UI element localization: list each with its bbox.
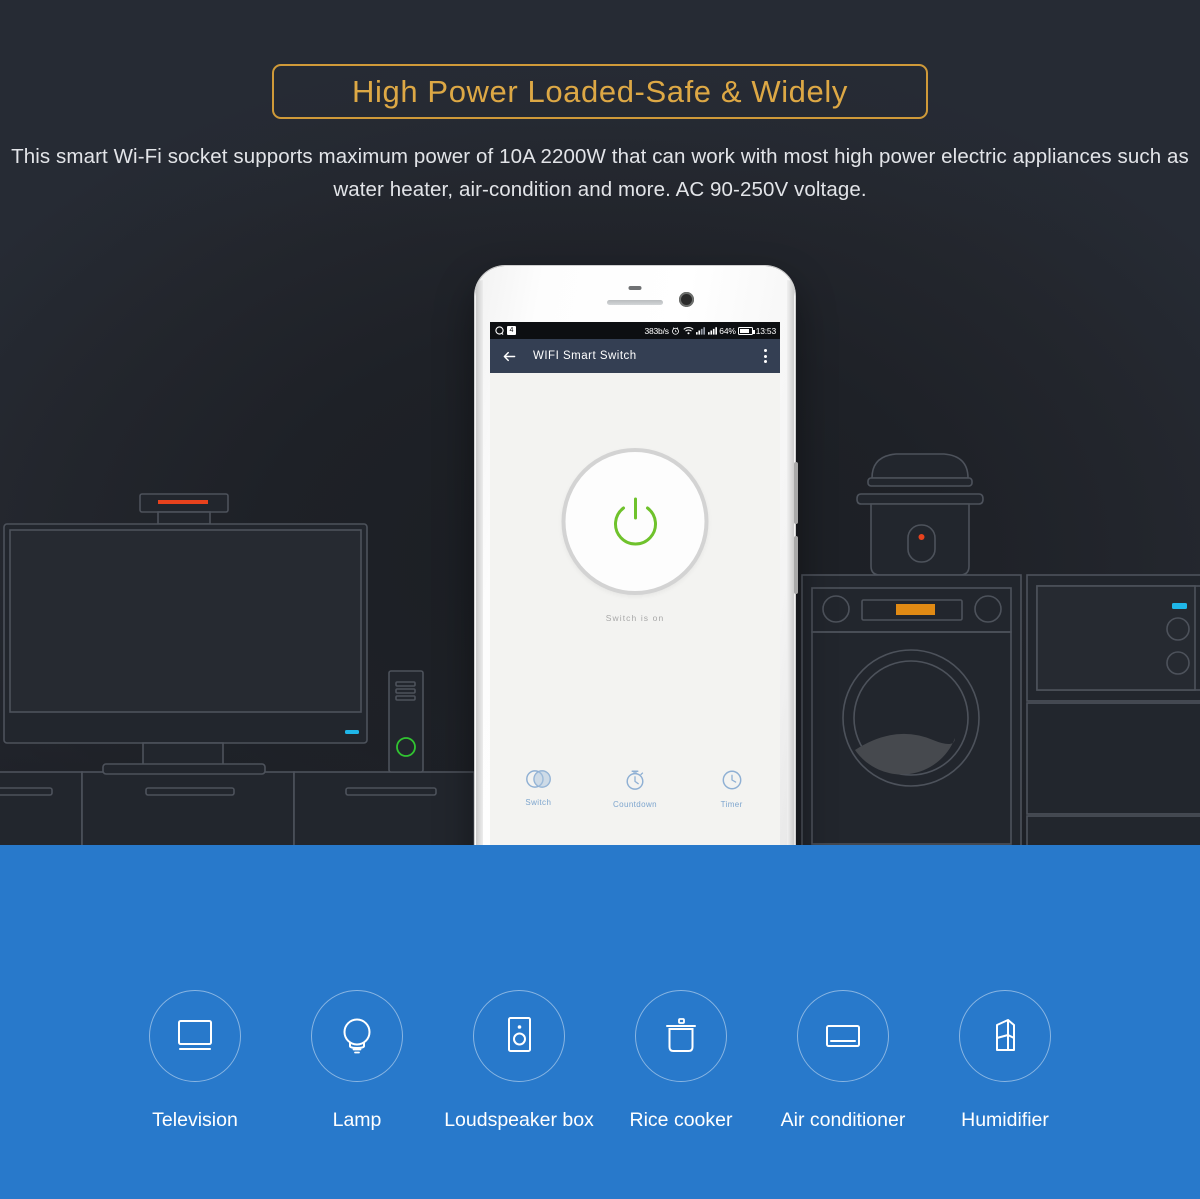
appliance-label: Television — [152, 1109, 238, 1131]
television-icon — [178, 1020, 212, 1050]
kitchen-cabinet — [1026, 702, 1200, 845]
app-content: Switch is on Switch Countdown Timer — [490, 373, 780, 845]
appliance-label: Air conditioner — [780, 1109, 906, 1131]
phone-left-edge — [476, 280, 483, 845]
tv-monitor — [3, 493, 368, 775]
phone-mockup: 4 383b/s 64% 13:53 WIFI Smart Switch Swi… — [475, 266, 798, 845]
appliance-item-rice-cooker[interactable]: Rice cooker — [600, 990, 762, 1132]
appliance-circle — [311, 990, 403, 1082]
battery-percent-label: 64% — [719, 325, 736, 336]
arrow-left-icon[interactable] — [501, 348, 518, 365]
app-header-bar: WIFI Smart Switch — [490, 339, 780, 373]
appliance-label: Loudspeaker box — [444, 1109, 594, 1131]
hero-description-block: This smart Wi-Fi socket supports maximum… — [0, 140, 1200, 206]
appliance-circle — [959, 990, 1051, 1082]
app-title: WIFI Smart Switch — [533, 350, 637, 362]
qq-icon — [495, 326, 504, 335]
tab-countdown-label: Countdown — [612, 800, 658, 809]
volume-button[interactable] — [794, 462, 798, 524]
appliance-circle — [797, 990, 889, 1082]
status-clock: 13:53 — [755, 325, 776, 336]
appliance-item-lamp[interactable]: Lamp — [276, 990, 438, 1132]
appliance-item-humidifier[interactable]: Humidifier — [924, 990, 1086, 1132]
android-status-bar: 4 383b/s 64% 13:53 — [490, 322, 780, 339]
tab-timer[interactable]: Timer — [691, 769, 773, 809]
toggle-circles-icon — [525, 770, 551, 788]
badge-icon: 4 — [507, 326, 516, 335]
appliance-label: Lamp — [332, 1109, 382, 1131]
appliance-circle — [473, 990, 565, 1082]
appliance-item-air-conditioner[interactable]: Air conditioner — [762, 990, 924, 1132]
tab-countdown[interactable]: Countdown — [594, 769, 676, 809]
loudspeaker-icon — [508, 1017, 531, 1052]
power-button-hardware[interactable] — [794, 536, 798, 594]
pc-tower — [388, 670, 424, 773]
power-toggle-button[interactable] — [561, 448, 709, 595]
appliance-label: Rice cooker — [629, 1109, 733, 1131]
wifi-icon — [683, 326, 694, 335]
hero-dark-section: High Power Loaded-Safe & Widely This sma… — [0, 0, 1200, 845]
tab-switch[interactable]: Switch — [497, 769, 579, 807]
phone-right-edge — [787, 280, 794, 845]
front-camera-icon — [679, 292, 694, 307]
network-speed-label: 383b/s — [644, 325, 669, 336]
appliance-item-television[interactable]: Television — [114, 990, 276, 1132]
rice-cooker-icon — [666, 1018, 696, 1052]
earpiece-speaker — [607, 300, 663, 305]
appliance-list: Television Lamp Loudspeaker box Rice coo… — [0, 990, 1200, 1132]
switch-state-label: Switch is on — [605, 613, 665, 623]
more-vertical-icon[interactable] — [764, 349, 767, 363]
stopwatch-icon — [626, 770, 644, 790]
tv-stand-cabinets — [0, 771, 475, 845]
page-title: High Power Loaded-Safe & Widely — [352, 73, 848, 109]
signal-2-icon — [707, 326, 717, 335]
washing-machine — [801, 574, 1022, 845]
app-tab-bar: Switch Countdown Timer — [490, 769, 780, 809]
proximity-sensor-icon — [628, 286, 642, 290]
rice-cooker-appliance — [856, 453, 984, 576]
appliance-circle — [149, 990, 241, 1082]
appliance-item-loudspeaker[interactable]: Loudspeaker box — [438, 990, 600, 1132]
microwave-oven — [1026, 574, 1200, 702]
clock-icon — [722, 770, 742, 790]
appliance-compat-section: Television Lamp Loudspeaker box Rice coo… — [0, 845, 1200, 1199]
hero-title-badge: High Power Loaded-Safe & Widely — [272, 64, 928, 119]
battery-icon — [738, 326, 755, 335]
alarm-icon — [671, 326, 680, 335]
appliance-circle — [635, 990, 727, 1082]
phone-screen: 4 383b/s 64% 13:53 WIFI Smart Switch Swi… — [490, 322, 780, 845]
appliance-label: Humidifier — [961, 1109, 1049, 1131]
tab-switch-label: Switch — [525, 798, 552, 807]
humidifier-icon — [996, 1019, 1015, 1051]
hero-description: This smart Wi-Fi socket supports maximum… — [11, 145, 1189, 201]
signal-1-icon — [696, 326, 706, 335]
power-icon — [613, 497, 657, 545]
lamp-bulb-icon — [343, 1018, 371, 1054]
tab-timer-label: Timer — [720, 800, 743, 809]
air-conditioner-icon — [826, 1025, 860, 1047]
